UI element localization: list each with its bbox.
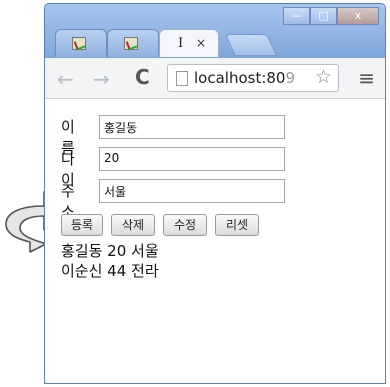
- record-list: 홍길동 20 서울 이순신 44 전라: [61, 241, 159, 281]
- window-controls: — □ x: [283, 7, 379, 27]
- address-bar[interactable]: localhost:809 ☆: [167, 64, 339, 92]
- minimize-button[interactable]: —: [283, 7, 310, 25]
- browser-window: I × — □ x ← → C localhost:809 ☆ ≡ 이름 홍길동…: [44, 3, 386, 384]
- maximize-button[interactable]: □: [310, 7, 337, 25]
- edit-button[interactable]: 수정: [163, 214, 207, 236]
- back-arrow-icon[interactable]: ←: [57, 67, 74, 91]
- list-item: 이순신 44 전라: [61, 262, 159, 280]
- address-input[interactable]: 서울: [99, 179, 285, 203]
- menu-icon[interactable]: ≡: [358, 66, 375, 90]
- broken-image-icon: [124, 37, 138, 50]
- page-icon: [176, 71, 188, 86]
- name-input[interactable]: 홍길동: [99, 115, 285, 139]
- delete-button[interactable]: 삭제: [111, 214, 155, 236]
- broken-image-icon: [72, 37, 86, 50]
- tab-title: I: [178, 36, 184, 51]
- url-text: localhost:809: [194, 69, 296, 87]
- forward-arrow-icon[interactable]: →: [93, 67, 110, 91]
- tab-2[interactable]: [107, 29, 159, 57]
- browser-toolbar: ← → C localhost:809 ☆ ≡: [45, 58, 385, 99]
- tab-active[interactable]: I ×: [159, 29, 219, 57]
- reload-icon[interactable]: C: [135, 65, 150, 89]
- register-button[interactable]: 등록: [61, 214, 103, 236]
- page-content: 이름 홍길동 나이 20 주소 서울 등록 삭제 수정 리셋 홍길동 20 서울…: [45, 99, 385, 383]
- bookmark-star-icon[interactable]: ☆: [314, 66, 332, 88]
- tab-1[interactable]: [55, 29, 107, 57]
- close-window-button[interactable]: x: [337, 7, 379, 25]
- close-tab-icon[interactable]: ×: [196, 36, 206, 50]
- title-bar: I × — □ x: [45, 4, 385, 58]
- list-item: 홍길동 20 서울: [61, 242, 159, 260]
- new-tab-button[interactable]: [224, 34, 278, 56]
- age-input[interactable]: 20: [99, 147, 285, 171]
- reset-button[interactable]: 리셋: [215, 214, 259, 236]
